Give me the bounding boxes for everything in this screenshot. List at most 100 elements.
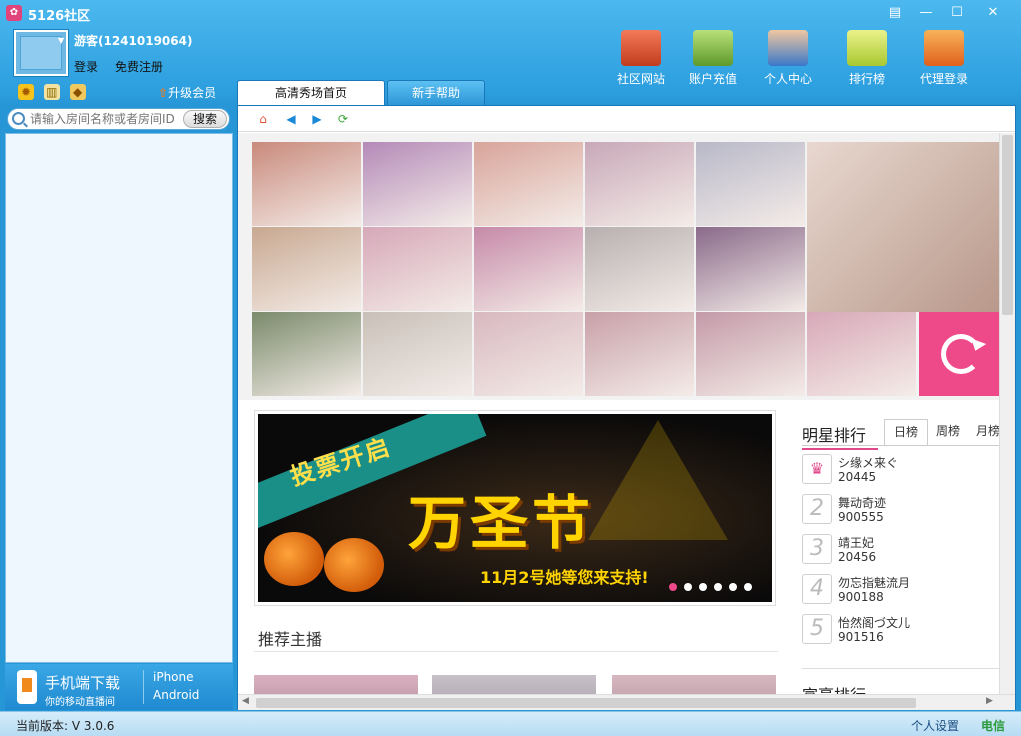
anchor-photo[interactable] (363, 227, 472, 311)
recommend-thumb[interactable] (612, 675, 776, 694)
anchor-photo[interactable] (585, 312, 694, 396)
refresh-tile[interactable] (919, 312, 999, 396)
rank-name: 怡然阁づ文儿 (838, 616, 911, 630)
home-icon[interactable]: ⌂ (256, 112, 270, 126)
anchor-photo[interactable] (696, 227, 805, 311)
title-bar[interactable]: ✿ 5126社区 ▤ — ☐ ✕ (0, 0, 1021, 26)
nav-label: 代理登录 (919, 72, 968, 86)
browser-toolbar: ⌂ ◀ ▶ ⟳ (238, 106, 1015, 132)
promo-banner[interactable]: 投票开启 万圣节 11月2号她等您来支持! (254, 410, 776, 606)
iphone-link[interactable]: iPhone (153, 670, 194, 684)
tab-help[interactable]: 新手帮助 (387, 80, 485, 106)
banner-headline: 万圣节 (408, 489, 595, 557)
rich-rank-title: 富豪排行 (802, 682, 866, 694)
rank-item[interactable]: 3 靖王妃 20456 (802, 532, 999, 568)
anchor-photo[interactable] (696, 142, 805, 226)
carousel-dot[interactable] (714, 583, 722, 591)
search-button[interactable]: 搜索 (183, 110, 227, 128)
tab-home[interactable]: 高清秀场首页 (237, 80, 385, 106)
anchor-photo[interactable] (252, 227, 361, 311)
app-window: ✿ 5126社区 ▤ — ☐ ✕ ▼ 游客(1241019064) 登录 免费注… (0, 0, 1021, 736)
anchor-photo[interactable] (696, 312, 805, 396)
divider (143, 670, 144, 704)
tab-daily[interactable]: 日榜 (884, 419, 928, 445)
anchor-photo[interactable] (585, 227, 694, 311)
rank-item[interactable]: 4 勿忘指魅流月 900188 (802, 572, 999, 608)
gear-icon[interactable]: ✹ (18, 84, 34, 100)
banner-subtext: 11月2号她等您来支持! (480, 568, 649, 587)
nav-leaderboard[interactable]: 排行榜 (832, 30, 902, 87)
anchor-photo[interactable] (474, 142, 583, 226)
rank-item[interactable]: 5 怡然阁づ文儿 901516 (802, 612, 999, 648)
search-icon (12, 112, 25, 125)
back-icon[interactable]: ◀ (284, 112, 298, 126)
room-search: 搜索 (7, 108, 230, 130)
version-text: 当前版本: V 3.0.6 (16, 719, 115, 733)
quick-icons: ✹ ▥ ◆ (18, 84, 92, 100)
minimize-button[interactable]: — (913, 4, 939, 22)
app-logo-icon: ✿ (6, 5, 22, 21)
carousel-dot[interactable] (699, 583, 707, 591)
nav-recharge[interactable]: 账户充值 (678, 30, 748, 87)
anchor-photo-grid (252, 142, 999, 397)
nav-label: 排行榜 (848, 72, 885, 86)
room-list[interactable] (5, 133, 233, 663)
rank-score: 20456 (838, 550, 877, 564)
rank-score: 20445 (838, 470, 877, 484)
recommend-title: 推荐主播 (258, 630, 323, 649)
app-title: 5126社区 (28, 9, 91, 24)
forward-icon[interactable]: ▶ (310, 112, 324, 126)
search-input[interactable] (30, 111, 186, 127)
rank-number: 4 (802, 574, 832, 604)
main-section: 投票开启 万圣节 11月2号她等您来支持! 推荐主播 明星排行 日榜 周榜 月榜… (238, 400, 999, 694)
rank-number: 3 (802, 534, 832, 564)
upgrade-link[interactable]: ⇧升级会员 (158, 84, 216, 101)
mobile-download-subtitle: 你的移动直播间 (45, 697, 115, 708)
nav-community-site[interactable]: 社区网站 (606, 30, 676, 87)
avatar-dropdown-icon[interactable]: ▼ (58, 36, 64, 45)
register-link[interactable]: 免费注册 (115, 58, 163, 75)
android-link[interactable]: Android (153, 688, 199, 702)
anchor-photo[interactable] (474, 227, 583, 311)
anchor-photo[interactable] (252, 312, 361, 396)
login-link[interactable]: 登录 (74, 58, 98, 75)
recommend-thumb[interactable] (432, 675, 596, 694)
tab-monthly[interactable]: 月榜 (966, 419, 999, 445)
carousel-dot[interactable] (684, 583, 692, 591)
horizontal-scrollbar[interactable]: ◀ ▶ (238, 694, 1015, 710)
rank-item[interactable]: ♛ シ缘メ来ぐ 20445 (802, 452, 999, 488)
anchor-photo[interactable] (363, 142, 472, 226)
bag-icon[interactable]: ◆ (69, 84, 86, 100)
vertical-scrollbar[interactable] (999, 133, 1015, 694)
rank-item[interactable]: 2 舞动奇迹 900555 (802, 492, 999, 528)
anchor-photo-featured[interactable] (807, 142, 999, 312)
anchor-photo[interactable] (474, 312, 583, 396)
notebook-icon[interactable]: ▥ (43, 84, 60, 100)
podium-icon (847, 30, 887, 66)
nav-label: 个人中心 (763, 72, 812, 86)
scroll-left-icon[interactable]: ◀ (242, 696, 249, 706)
scrollbar-thumb[interactable] (1002, 135, 1013, 315)
recommend-thumb[interactable] (254, 675, 418, 694)
mobile-download[interactable]: 手机端下载 你的移动直播间 iPhone Android (5, 664, 233, 710)
scroll-right-icon[interactable]: ▶ (986, 696, 993, 706)
nav-personal-center[interactable]: 个人中心 (753, 30, 823, 87)
carousel-dot[interactable] (729, 583, 737, 591)
divider (802, 445, 999, 446)
carousel-dot[interactable] (744, 583, 752, 591)
skin-icon[interactable]: ▤ (882, 4, 908, 22)
anchor-photo[interactable] (585, 142, 694, 226)
scrollbar-thumb[interactable] (256, 698, 916, 708)
tab-weekly[interactable]: 周榜 (926, 419, 970, 445)
refresh-icon[interactable]: ⟳ (336, 112, 350, 126)
nav-agent-login[interactable]: 代理登录 (909, 30, 979, 87)
carousel-dot[interactable] (669, 583, 677, 591)
personal-settings-link[interactable]: 个人设置 (911, 717, 959, 734)
close-button[interactable]: ✕ (980, 4, 1006, 22)
anchor-photo[interactable] (807, 312, 916, 396)
anchor-photo[interactable] (363, 312, 472, 396)
page-content: 投票开启 万圣节 11月2号她等您来支持! 推荐主播 明星排行 日榜 周榜 月榜… (238, 133, 999, 694)
anchor-photo[interactable] (252, 142, 361, 226)
star-shape (588, 420, 728, 540)
maximize-button[interactable]: ☐ (944, 4, 970, 22)
